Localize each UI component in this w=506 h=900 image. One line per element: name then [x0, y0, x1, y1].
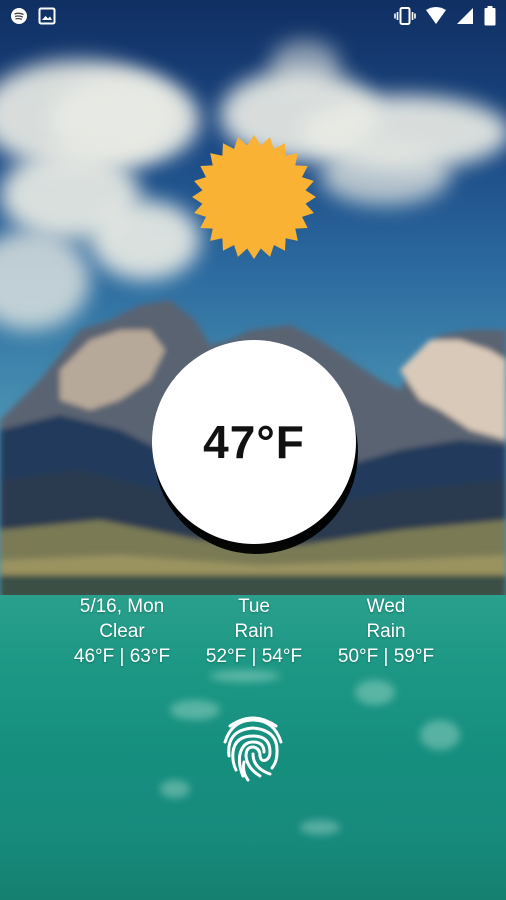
forecast-condition: Rain	[366, 621, 406, 642]
battery-icon	[484, 6, 496, 31]
sun-icon	[190, 133, 318, 261]
current-temperature-circle[interactable]: 47°F	[152, 340, 356, 544]
forecast-temp-range: 50°F | 59°F	[337, 646, 435, 667]
forecast-day-label: Wed	[366, 596, 406, 617]
fingerprint-icon[interactable]	[220, 712, 286, 782]
wifi-icon	[426, 7, 446, 30]
forecast-row: 5/16, Mon Clear 46°F | 63°F Tue Rain 52°…	[0, 594, 506, 674]
status-bar	[0, 0, 506, 32]
image-icon	[38, 7, 56, 30]
current-temperature: 47°F	[203, 416, 305, 468]
water-sparkle	[300, 820, 340, 835]
water-sparkle	[170, 700, 220, 720]
spotify-icon	[10, 7, 28, 30]
water-sparkle	[420, 720, 460, 750]
water-sparkle	[355, 680, 395, 705]
water-sparkle	[160, 780, 190, 798]
signal-icon	[456, 7, 474, 30]
vibrate-icon	[394, 6, 416, 31]
forecast-day: Wed Rain 50°F | 59°F	[306, 594, 466, 669]
